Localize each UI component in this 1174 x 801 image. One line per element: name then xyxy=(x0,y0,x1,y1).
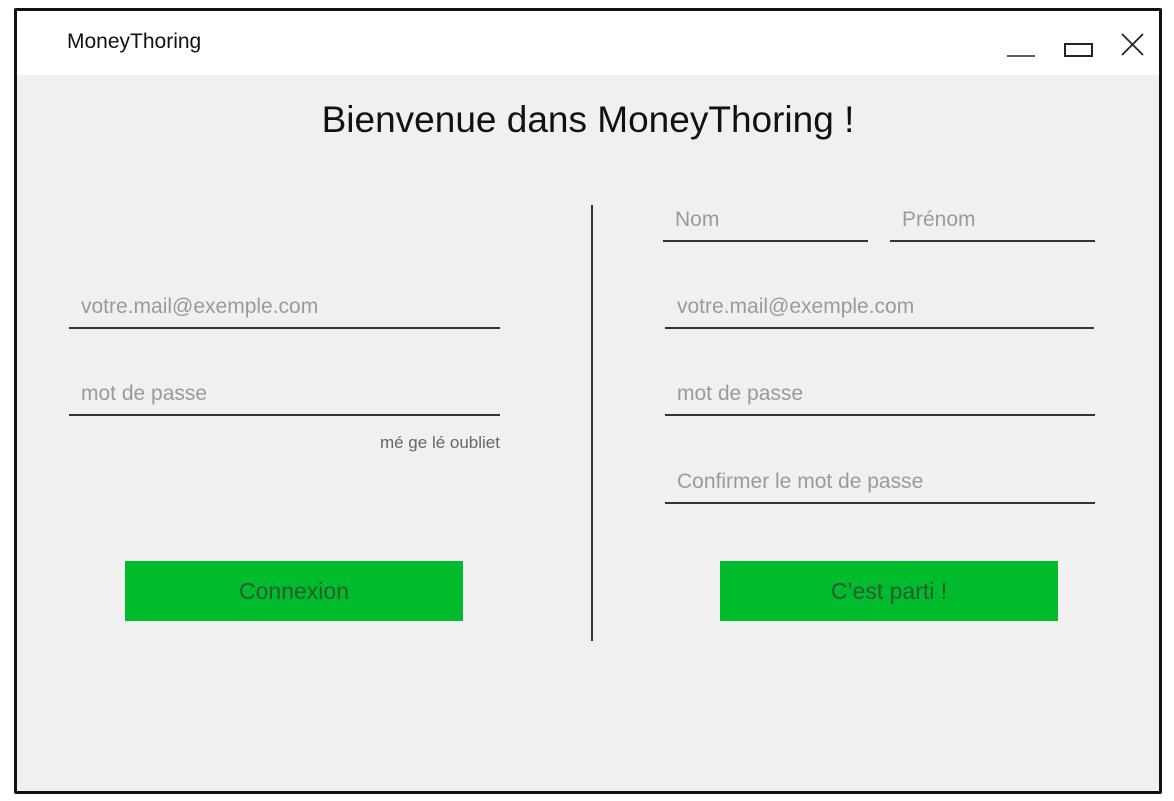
signup-email-input[interactable] xyxy=(665,289,1094,327)
title-bar: MoneyThoring xyxy=(17,11,1159,75)
login-password-field[interactable] xyxy=(69,376,500,416)
signup-password-field[interactable] xyxy=(665,376,1095,416)
login-button[interactable]: Connexion xyxy=(125,561,463,621)
signup-confirm-password-field[interactable] xyxy=(665,464,1095,504)
maximize-icon xyxy=(1064,43,1093,57)
forgot-password-link[interactable]: mé ge lé oubliet xyxy=(317,433,500,453)
maximize-button[interactable] xyxy=(1057,25,1101,65)
close-button[interactable] xyxy=(1111,25,1155,65)
panel-divider xyxy=(591,205,593,641)
window-title: MoneyThoring xyxy=(67,30,202,53)
signup-last-name-field[interactable] xyxy=(663,202,868,242)
login-email-input[interactable] xyxy=(69,289,500,327)
signup-confirm-password-input[interactable] xyxy=(665,464,1095,502)
signup-last-name-input[interactable] xyxy=(663,202,868,240)
signup-email-field[interactable] xyxy=(665,289,1094,329)
signup-first-name-field[interactable] xyxy=(890,202,1095,242)
app-window: MoneyThoring Bienvenue dans MoneyThoring… xyxy=(14,8,1162,794)
close-icon xyxy=(1121,33,1144,56)
signup-first-name-input[interactable] xyxy=(890,202,1095,240)
login-email-field[interactable] xyxy=(69,289,500,329)
minimize-button[interactable] xyxy=(999,25,1043,65)
minimize-icon xyxy=(1007,55,1035,57)
signup-button[interactable]: C’est parti ! xyxy=(720,561,1058,621)
login-password-input[interactable] xyxy=(69,376,500,414)
signup-password-input[interactable] xyxy=(665,376,1095,414)
welcome-heading: Bienvenue dans MoneyThoring ! xyxy=(321,99,855,140)
